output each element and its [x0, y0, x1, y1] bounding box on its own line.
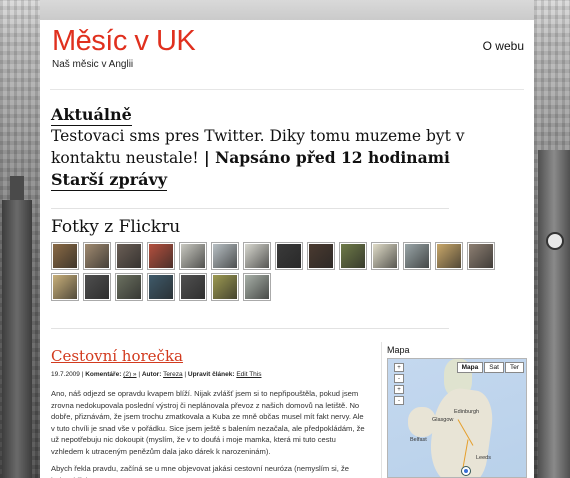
map-city-label: Belfast — [410, 437, 427, 443]
site-tagline: Naš měsic v Anglii — [52, 59, 134, 70]
map-zoom-out-button[interactable]: - — [394, 396, 404, 405]
flickr-thumbnail[interactable] — [115, 273, 143, 301]
flickr-thumbnail[interactable] — [83, 273, 111, 301]
flickr-thumbnail[interactable] — [147, 273, 175, 301]
flickr-photo — [181, 275, 205, 299]
flickr-photo — [53, 275, 77, 299]
flickr-thumbnail[interactable] — [435, 242, 463, 270]
flickr-thumbnail[interactable] — [371, 242, 399, 270]
flickr-thumbnail[interactable] — [115, 242, 143, 270]
post-meta: 19.7.2009 | Komentáře: (2) » | Autor: Te… — [51, 371, 262, 378]
background-big-ben — [538, 150, 570, 478]
site-title[interactable]: Měsíc v UK — [52, 25, 196, 58]
map-type-mapa-button[interactable]: Mapa — [456, 362, 484, 373]
flickr-photo — [277, 244, 301, 268]
post-paragraph: Abych řekla pravdu, začíná se u mne obje… — [51, 464, 349, 478]
aktualne-section: Aktuálně Testovaci sms pres Twitter. Dik… — [51, 105, 491, 191]
background-tower-left — [2, 176, 32, 478]
flickr-photo — [149, 244, 173, 268]
map-city-label: Leeds — [476, 455, 491, 461]
flickr-photo — [245, 275, 269, 299]
post-body: Ano, náš odjezd se opravdu kvapem blíží.… — [51, 388, 369, 478]
sidebar-divider — [381, 342, 382, 478]
flickr-thumbnail[interactable] — [275, 242, 303, 270]
map-heading: Mapa — [387, 345, 410, 355]
sidebar: Mapa + - + - Mapa Sat Ter Edinburgh Glas… — [381, 342, 531, 478]
flickr-photo — [117, 244, 141, 268]
nav-about-link[interactable]: O webu — [483, 39, 524, 53]
flickr-thumbnail[interactable] — [403, 242, 431, 270]
map-pan-up-button[interactable]: + — [394, 363, 404, 372]
flickr-photo — [469, 244, 493, 268]
map-city-label: Glasgow — [432, 417, 454, 423]
flickr-photo — [181, 244, 205, 268]
flickr-thumbnail[interactable] — [179, 273, 207, 301]
map-type-switcher: Mapa Sat Ter — [456, 362, 524, 373]
flickr-photo — [341, 244, 365, 268]
flickr-photo — [405, 244, 429, 268]
flickr-thumbnail[interactable] — [243, 242, 271, 270]
flickr-thumbnail[interactable] — [179, 242, 207, 270]
divider — [51, 328, 449, 329]
flickr-photo — [213, 275, 237, 299]
post-paragraph: Ano, náš odjezd se opravdu kvapem blíží.… — [51, 389, 365, 456]
flickr-thumbnails — [51, 242, 511, 301]
tweet-separator: | — [198, 148, 216, 167]
flickr-photo — [85, 275, 109, 299]
flickr-thumbnail[interactable] — [211, 242, 239, 270]
site-header: Měsíc v UK Naš měsic v Anglii O webu — [50, 20, 524, 90]
author-link[interactable]: Tereza — [163, 371, 183, 378]
flickr-photo — [245, 244, 269, 268]
flickr-thumbnail[interactable] — [51, 273, 79, 301]
flickr-photo — [85, 244, 109, 268]
page-container: Měsíc v UK Naš měsic v Anglii O webu Akt… — [40, 20, 534, 478]
flickr-thumbnail[interactable] — [339, 242, 367, 270]
edit-label: Upravit článek: — [187, 371, 235, 378]
map-pan-down-button[interactable]: - — [394, 374, 404, 383]
flickr-thumbnail[interactable] — [307, 242, 335, 270]
flickr-photo — [213, 244, 237, 268]
flickr-thumbnail[interactable] — [243, 273, 271, 301]
big-ben-clock-face — [546, 232, 564, 250]
tweet-posted-time: Napsáno před 12 hodinami — [215, 148, 450, 167]
map-type-ter-button[interactable]: Ter — [504, 362, 524, 373]
flickr-photo — [437, 244, 461, 268]
flickr-photo — [373, 244, 397, 268]
map-zoom-in-button[interactable]: + — [394, 385, 404, 394]
author-label: Autor: — [141, 371, 162, 378]
map-zoom-controls: + - + - — [392, 363, 406, 407]
older-messages-link[interactable]: Starší zprávy — [51, 169, 168, 191]
google-map[interactable]: + - + - Mapa Sat Ter Edinburgh Glasgow B… — [387, 358, 527, 478]
map-location-marker[interactable] — [462, 467, 470, 475]
map-city-label: Edinburgh — [454, 409, 480, 415]
flickr-photo — [149, 275, 173, 299]
flickr-heading: Fotky z Flickru — [51, 217, 181, 237]
divider — [51, 208, 449, 209]
flickr-thumbnail[interactable] — [467, 242, 495, 270]
edit-link[interactable]: Edit This — [236, 371, 261, 378]
map-type-sat-button[interactable]: Sat — [484, 362, 504, 373]
flickr-photo — [309, 244, 333, 268]
flickr-thumbnail[interactable] — [211, 273, 239, 301]
post-title-link[interactable]: Cestovní horečka — [51, 347, 183, 365]
flickr-thumbnail[interactable] — [83, 242, 111, 270]
flickr-photo — [53, 244, 77, 268]
map-land-britain — [425, 385, 497, 477]
flickr-photo — [117, 275, 141, 299]
flickr-thumbnail[interactable] — [147, 242, 175, 270]
tweet-text: Testovaci sms pres Twitter. Diky tomu mu… — [51, 126, 491, 169]
aktualne-heading[interactable]: Aktuálně — [51, 105, 132, 126]
flickr-thumbnail[interactable] — [51, 242, 79, 270]
comments-label: Komentáře: — [85, 371, 122, 378]
comments-link[interactable]: (2) » — [123, 371, 136, 378]
post-date: 19.7.2009 — [51, 371, 80, 378]
